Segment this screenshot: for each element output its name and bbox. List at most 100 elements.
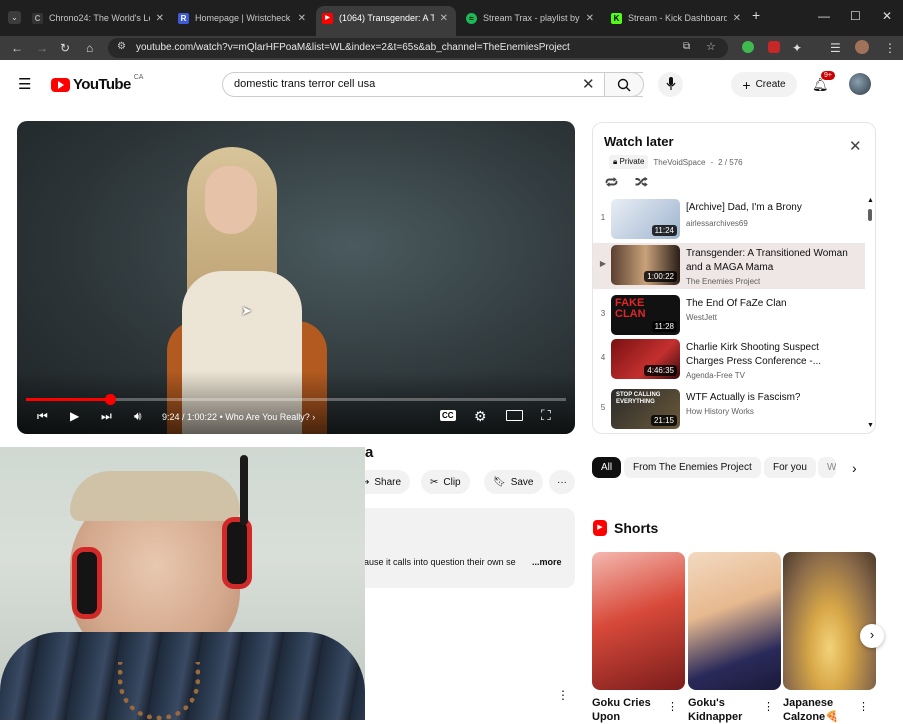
close-tab-icon[interactable]: ✕ [733,13,741,24]
clip-button[interactable]: ✂ Clip [421,470,470,494]
video-thumbnail: 1:00:22 [611,245,680,285]
webcam-overlay [0,447,365,720]
youtube-logo[interactable]: YouTube CA [51,74,143,93]
new-tab-icon[interactable]: + [752,7,760,23]
progress-bar[interactable] [26,394,566,405]
browser-toolbar: ← → ↻ ⌂ ⚙ youtube.com/watch?v=mQlarHFPoa… [0,36,903,60]
video-thumbnail: FAKE CLAN 11:28 [611,295,680,335]
more-actions-button[interactable]: ··· [549,470,575,494]
tab-wristcheck[interactable]: R Homepage | Wristcheck ✕ [178,6,306,30]
chapter-chevron-icon: › [312,412,316,422]
short-thumbnail[interactable] [688,552,781,690]
youtube-header: ☰ YouTube CA ✕ + Create 🔔︎ 9+ [0,60,903,108]
notifications-button[interactable]: 🔔︎ 9+ [812,71,835,94]
chip-all[interactable]: All [592,457,622,478]
search-input[interactable] [234,78,574,90]
browser-menu-icon[interactable]: ⋮ [884,41,896,55]
search-icon [617,78,631,92]
bookmark-star-icon[interactable]: ☆ [706,40,716,53]
plus-icon: + [742,76,751,93]
show-more-link[interactable]: ...more [532,557,562,567]
forward-icon[interactable]: → [36,41,48,55]
playlist-item[interactable]: 5 STOP CALLING EVERYTHING 21:15 WTF Actua… [593,387,865,433]
settings-gear-icon[interactable]: ⚙ [474,408,487,425]
close-tab-icon[interactable]: ✕ [156,13,164,24]
save-button[interactable]: 🔖︎ Save [484,470,543,494]
chip-partial[interactable]: W [818,457,836,478]
chips-next-arrow-icon[interactable]: › [852,460,857,476]
extensions-puzzle-icon[interactable]: ✦ [792,41,802,55]
voice-search-button[interactable] [658,72,683,97]
playlist-scrollbar[interactable]: ▲ ▼ [867,197,874,429]
wristcheck-icon: R [178,12,189,24]
headset-right-cup [222,517,252,589]
chapter-title[interactable]: Who Are You Really? [225,412,310,422]
description-box[interactable]: ause it calls into question their own se… [352,508,575,588]
shorts-next-arrow-icon[interactable]: › [860,624,884,648]
loop-icon[interactable]: 🔁︎ [605,173,618,192]
extension-green-icon[interactable] [742,41,754,53]
close-window-icon[interactable]: ✕ [882,9,892,23]
tab-search-icon[interactable]: ⌄ [8,11,21,24]
chip-from-channel[interactable]: From The Enemies Project [624,457,761,478]
site-info-icon[interactable]: ⚙ [117,41,126,52]
shuffle-icon[interactable]: 🔀︎ [635,173,648,192]
search-button[interactable] [604,72,644,97]
reading-list-icon[interactable]: ☰ [830,41,841,55]
chrono24-icon: C [32,12,43,24]
chip-for-you[interactable]: For you [764,457,816,478]
account-avatar[interactable] [849,73,871,95]
minimize-icon[interactable]: — [818,9,830,23]
short-more-icon[interactable]: ⋮ [763,700,774,713]
create-button[interactable]: + Create [731,72,797,97]
tab-kick[interactable]: K Stream - Kick Dashboard ✕ [611,6,741,30]
short-more-icon[interactable]: ⋮ [858,700,869,713]
playlist-owner[interactable]: TheVoidSpace [653,158,705,167]
scroll-down-arrow-icon[interactable]: ▼ [867,422,874,429]
bookmark-icon: 🔖︎ [493,476,506,488]
short-thumbnail[interactable] [592,552,685,690]
back-icon[interactable]: ← [11,41,23,55]
progress-bar-played [26,398,111,401]
play-icon[interactable]: ▶ [70,409,79,423]
playlist-item[interactable]: 3 FAKE CLAN 11:28 The End Of FaZe Clan We… [593,293,865,339]
playlist-title[interactable]: Watch later [604,134,674,149]
headset-left-cup [72,547,102,619]
extension-red-icon[interactable] [768,41,780,53]
playlist-item[interactable]: 4 4:46:35 Charlie Kirk Shooting Suspect … [593,337,865,383]
search-box[interactable]: ✕ [222,72,643,97]
privacy-badge: 🔒︎ Private [609,155,649,169]
video-player[interactable]: ➤ ⏮ ▶ ⏭ 🔊︎ 9:24 / 1:00:22 • Who Are You … [17,121,575,434]
profile-avatar-icon[interactable] [855,40,869,54]
tab-chrono24[interactable]: C Chrono24: The World's Le ✕ [32,6,164,30]
hamburger-menu-icon[interactable]: ☰ [18,75,31,93]
home-icon[interactable]: ⌂ [86,41,93,55]
close-tab-icon[interactable]: ✕ [298,13,306,24]
short-more-icon[interactable]: ⋮ [667,700,678,713]
maximize-icon[interactable]: ☐ [850,9,861,23]
next-icon[interactable]: ⏭ [101,409,112,424]
theater-mode-icon[interactable] [506,410,523,421]
volume-icon[interactable]: 🔊︎ [134,409,142,424]
reload-icon[interactable]: ↻ [60,41,70,55]
short-thumbnail[interactable] [783,552,876,690]
controls-gradient [17,371,575,434]
clear-search-icon[interactable]: ✕ [582,75,595,93]
kick-icon: K [611,12,622,24]
close-tab-icon[interactable]: ✕ [440,13,448,24]
playlist-item-current[interactable]: ▶ 1:00:22 Transgender: A Transitioned Wo… [593,243,865,289]
captions-icon[interactable]: CC [440,410,456,421]
tab-spotify[interactable]: ≈ Stream Trax - playlist by ✕ [466,6,594,30]
scroll-up-arrow-icon[interactable]: ▲ [867,197,874,204]
address-bar[interactable]: ⚙ youtube.com/watch?v=mQlarHFPoaM&list=W… [108,38,728,58]
spotify-icon: ≈ [466,12,477,24]
playlist-item[interactable]: 1 11:24 [Archive] Dad, I'm a Brony airle… [593,197,865,243]
install-app-icon[interactable]: ⧉ [683,41,690,52]
fullscreen-icon[interactable]: ⛶ [541,407,551,424]
tab-youtube-active[interactable]: ▶ (1064) Transgender: A Tr ✕ [316,6,456,36]
close-playlist-icon[interactable]: ✕ [849,137,862,155]
close-tab-icon[interactable]: ✕ [586,13,594,24]
playlist-scrollbar-thumb[interactable] [868,209,872,221]
comment-more-icon[interactable]: ⋮ [557,688,569,702]
previous-icon[interactable]: ⏮ [37,409,48,424]
